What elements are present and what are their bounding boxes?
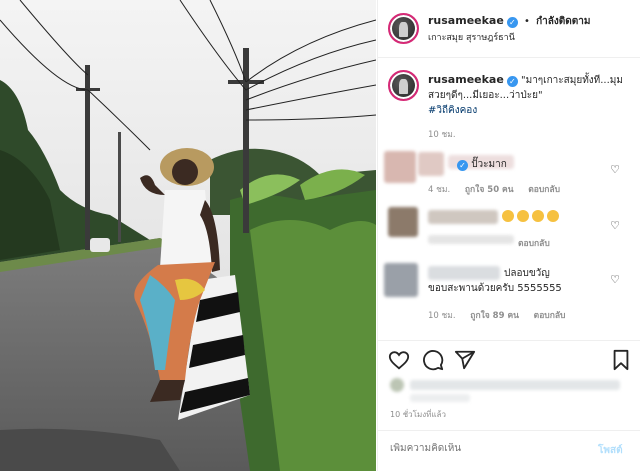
comment-reply-button[interactable]: ตอบกลับ: [534, 311, 566, 321]
caption-username[interactable]: rusameekae: [428, 73, 504, 86]
caption-avatar[interactable]: [388, 70, 419, 101]
comment-username-blurred[interactable]: [428, 210, 498, 224]
comment-text: ปลอบขวัญขอบสะพานด้วยครับ 5555555: [428, 268, 562, 294]
caption-text: rusameekae ✓ "มาๆเกาะสมุยทั้งที...มุมสวยๆ…: [428, 72, 628, 118]
photo-scene: [0, 0, 376, 471]
following-button[interactable]: กำลังติดตาม: [536, 16, 590, 27]
comment-likes[interactable]: ถูกใจ 50 คน: [465, 185, 514, 195]
add-comment-bar: โพสต์: [378, 430, 640, 471]
author-avatar[interactable]: [388, 13, 419, 44]
comment-verified-icon: ✓: [457, 160, 468, 171]
liked-by-count-blurred[interactable]: [410, 394, 470, 402]
author-username[interactable]: rusameekae: [428, 14, 504, 27]
comment-text: ปั๊วะมาก: [471, 159, 507, 170]
comment-item: ปลอบขวัญขอบสะพานด้วยครับ 5555555 10 ชม. …: [378, 258, 640, 322]
comment-meta: ตอบกลับ: [518, 236, 550, 250]
post-detail-panel: rusameekae ✓ • กำลังติดตาม เกาะสมุย สุราษ…: [377, 0, 640, 471]
comment-avatar-blurred[interactable]: [384, 151, 416, 183]
action-bar: [378, 340, 640, 378]
caption-verified-icon: ✓: [506, 76, 518, 87]
heart-icon[interactable]: [388, 349, 410, 371]
comment-item: ตอบกลับ ♡: [378, 203, 640, 253]
caption-hashtag[interactable]: #วิถีคิงคอง: [428, 105, 477, 116]
grin-emoji-icon: [517, 210, 529, 222]
comment-like-heart-icon[interactable]: ♡: [609, 274, 621, 286]
header-title-line: rusameekae ✓ • กำลังติดตาม: [428, 14, 590, 29]
liker-avatar-blurred[interactable]: [390, 378, 404, 392]
comment-avatar-blurred-2: [418, 152, 444, 176]
share-icon[interactable]: [454, 349, 476, 371]
comment-avatar-blurred[interactable]: [384, 263, 418, 297]
comment-meta-blurred: [428, 235, 514, 244]
comment-item: ✓ ปั๊วะมาก 4 ชม. ถูกใจ 50 คน ตอบกลับ ♡: [378, 146, 640, 196]
caption-time: 10 ชม.: [428, 130, 456, 140]
post-header: rusameekae ✓ • กำลังติดตาม เกาะสมุย สุราษ…: [378, 0, 640, 58]
grin-emoji-icon: [532, 210, 544, 222]
liked-by-text-blurred[interactable]: [410, 380, 620, 390]
comment-icon[interactable]: [422, 349, 444, 371]
comment-avatar-blurred[interactable]: [388, 207, 418, 237]
bookmark-icon[interactable]: [610, 349, 632, 371]
comment-meta: 4 ชม. ถูกใจ 50 คน ตอบกลับ: [428, 182, 560, 196]
post-location[interactable]: เกาะสมุย สุราษฎร์ธานี: [428, 30, 515, 44]
comment-like-heart-icon[interactable]: ♡: [609, 164, 621, 176]
caption-avatar-figure: [399, 78, 408, 94]
grin-emoji-icon: [547, 210, 559, 222]
post-comment-button[interactable]: โพสต์: [598, 443, 623, 458]
comment-time: 10 ชม.: [428, 311, 456, 321]
post-time-ago: 10 ชั่วโมงที่แล้ว: [390, 410, 446, 419]
verified-badge-icon: ✓: [506, 17, 518, 28]
comment-meta: 10 ชม. ถูกใจ 89 คน ตอบกลับ: [428, 308, 565, 322]
post-photo[interactable]: [0, 0, 376, 471]
comment-time: 4 ชม.: [428, 185, 451, 195]
comment-text-line: ✓ ปั๊วะมาก: [454, 157, 507, 172]
comment-likes[interactable]: ถูกใจ 89 คน: [470, 311, 519, 321]
comment-like-heart-icon[interactable]: ♡: [609, 220, 621, 232]
avatar-figure: [399, 21, 408, 37]
comment-reply-button[interactable]: ตอบกลับ: [518, 239, 550, 249]
comment-input[interactable]: [390, 443, 590, 454]
caption-row: rusameekae ✓ "มาๆเกาะสมุยทั้งที...มุมสวยๆ…: [378, 66, 640, 140]
grin-emoji-icon: [502, 210, 514, 222]
separator-dot: •: [524, 16, 530, 27]
comment-reply-button[interactable]: ตอบกลับ: [528, 185, 560, 195]
comment-emoji-text: [502, 210, 562, 225]
